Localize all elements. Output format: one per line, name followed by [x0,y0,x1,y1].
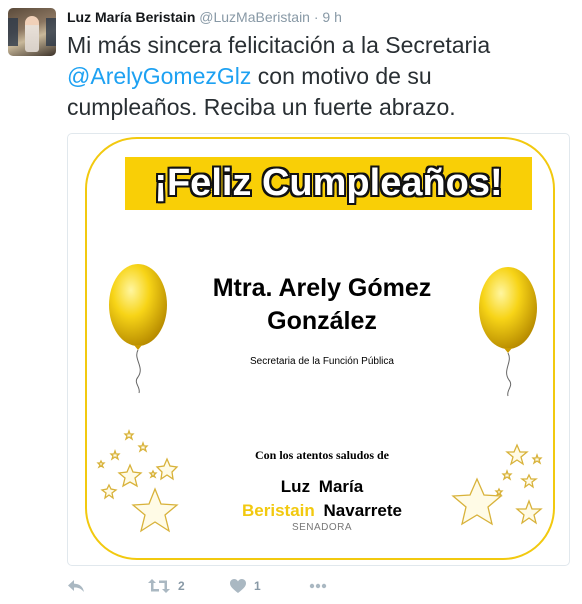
like-button[interactable]: 1 [230,576,261,596]
author-name[interactable]: Luz María Beristain [67,9,195,25]
avatar[interactable] [8,8,56,56]
reply-button[interactable] [67,576,85,596]
sender-surname-black: Navarrete [323,501,402,520]
retweet-button[interactable]: 2 [148,576,185,596]
reply-icon [68,580,84,592]
recipient-name: Mtra. Arely Gómez González [182,272,462,338]
tweet-text-before: Mi más sincera felicitación a la Secreta… [67,32,491,58]
author-handle[interactable]: @LuzMaBeristain [199,9,310,25]
sender-surname-gold: Beristain [242,501,315,520]
sender-line2: Beristain Navarrete [182,501,462,521]
balloon-right-icon [479,267,537,397]
more-button[interactable] [309,576,327,596]
card-banner: ¡Feliz Cumpleaños! [125,157,532,210]
sender-line1: Luz María [280,477,364,496]
timestamp[interactable]: 9 h [322,9,341,25]
separator: · [313,9,319,25]
greeting: Con los atentos saludos de [254,448,390,462]
media-image[interactable]: ¡Feliz Cumpleaños! Mtra. Arely Gómez Gon… [67,133,570,566]
tweet-text: Mi más sincera felicitación a la Secreta… [67,30,567,123]
sender-title: SENADORA [291,522,353,533]
tweet: Luz María Beristain @LuzMaBeristain · 9 … [0,0,582,604]
recipient-line1: Mtra. Arely Gómez [212,274,432,302]
heart-icon [230,579,246,593]
recipient-line2: González [267,307,377,335]
like-count: 1 [254,579,261,593]
tweet-header: Luz María Beristain @LuzMaBeristain · 9 … [67,9,342,25]
tweet-actions: 2 1 [67,576,467,596]
balloon-left-icon [109,264,167,394]
mention-link[interactable]: @ArelyGomezGlz [67,63,251,89]
birthday-card: ¡Feliz Cumpleaños! Mtra. Arely Gómez Gon… [85,137,555,560]
more-icon [309,583,327,589]
banner-title: ¡Feliz Cumpleaños! [154,162,503,204]
recipient-role: Secretaria de la Función Pública [250,356,394,367]
retweet-icon [148,579,170,593]
retweet-count: 2 [178,579,185,593]
